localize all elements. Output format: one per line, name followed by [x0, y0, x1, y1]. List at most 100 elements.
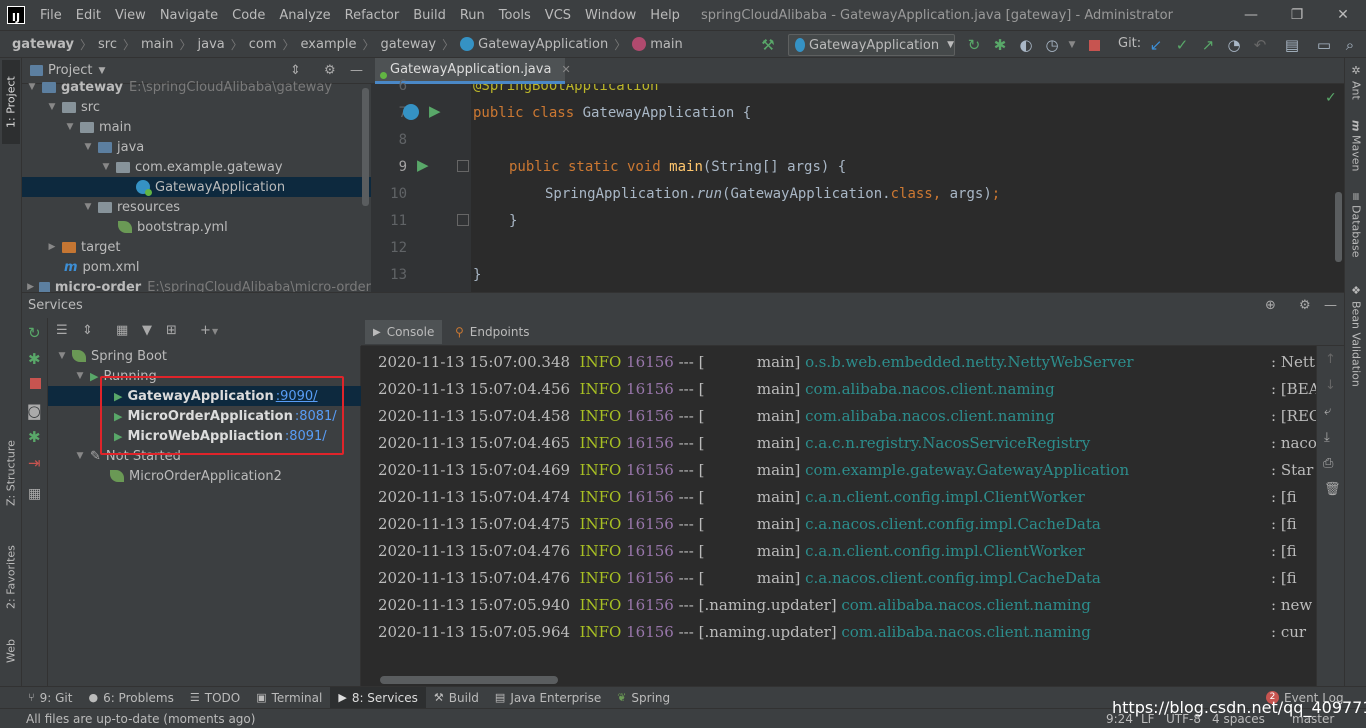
git-commit-icon[interactable]: ✓ — [1172, 35, 1192, 55]
tree-item-target[interactable]: ▶ target — [22, 237, 371, 257]
git-history-icon[interactable]: ◔ — [1224, 35, 1244, 55]
service-gateway-application[interactable]: ▶ GatewayApplication :9090/ — [48, 386, 361, 406]
breadcrumb-example[interactable]: example — [301, 37, 357, 52]
menu-analyze[interactable]: Analyze — [272, 8, 337, 23]
tree-item-bootstrap-yml[interactable]: bootstrap.yml — [22, 217, 371, 237]
run-gutter-icon[interactable]: ▶ — [429, 102, 441, 120]
tab-endpoints[interactable]: ⚲ Endpoints — [447, 320, 537, 344]
debug-bug-icon[interactable]: ✱ — [28, 428, 41, 446]
search-everywhere-icon[interactable]: ⌕ — [1340, 35, 1360, 55]
service-micro-order-application[interactable]: ▶ MicroOrderApplication :8081/ — [48, 406, 361, 426]
chevron-down-icon[interactable]: ▼ — [64, 122, 76, 132]
chevron-down-icon[interactable]: ▼ — [46, 102, 58, 112]
add-service-icon[interactable]: ⊕ — [1265, 298, 1276, 313]
git-push-icon[interactable]: ↗ — [1198, 35, 1218, 55]
menu-navigate[interactable]: Navigate — [153, 8, 225, 23]
breadcrumb-class[interactable]: GatewayApplication — [478, 37, 608, 52]
tool-tab-todo[interactable]: ☰ TODO — [182, 687, 248, 709]
hide-panel-icon[interactable]: — — [1324, 298, 1337, 313]
minimize-button[interactable]: — — [1228, 0, 1274, 30]
fold-icon[interactable] — [457, 160, 469, 172]
database-tool-tab[interactable]: ≡ Database — [1347, 192, 1365, 272]
web-tool-tab[interactable]: Web — [2, 628, 20, 674]
service-port-link[interactable]: :9090/ — [276, 389, 318, 404]
new-tab-icon[interactable]: ⊞ — [166, 323, 177, 338]
chevron-down-icon[interactable]: ▼ — [212, 327, 218, 336]
rerun-icon[interactable]: ↻ — [964, 35, 984, 55]
group-by-icon[interactable]: ▦ — [116, 323, 128, 338]
chevron-down-icon[interactable]: ▼ — [82, 142, 94, 152]
console-horizontal-scrollbar[interactable] — [380, 676, 558, 684]
project-scrollbar[interactable] — [362, 88, 369, 206]
tree-item-micro-order-module[interactable]: ▶ micro-order E:\springCloudAlibaba\micro… — [22, 277, 371, 292]
git-update-icon[interactable]: ↙ — [1146, 35, 1166, 55]
profile-icon[interactable]: ◷ — [1042, 35, 1062, 55]
presentation-icon[interactable]: ▭ — [1314, 35, 1334, 55]
menu-code[interactable]: Code — [225, 8, 272, 23]
editor-scrollbar[interactable] — [1335, 192, 1342, 262]
debug-bug-icon[interactable]: ✱ — [990, 35, 1010, 55]
menu-vcs[interactable]: VCS — [538, 8, 578, 23]
chevron-down-icon[interactable]: ▼ — [98, 66, 105, 76]
run-configuration-select[interactable]: GatewayApplication ▼ — [788, 34, 955, 56]
layout-icon[interactable]: ▦ — [28, 486, 41, 502]
filter-icon[interactable]: ▼ — [142, 323, 152, 338]
structure-tool-tab[interactable]: Z: Structure — [2, 430, 20, 516]
tree-item-spring-boot[interactable]: ▼ Spring Boot — [48, 346, 361, 366]
soft-wrap-icon[interactable]: ⤶ — [1324, 404, 1331, 419]
project-panel-title[interactable]: Project — [48, 63, 92, 78]
service-port-link[interactable]: :8091/ — [285, 429, 327, 444]
spring-bean-gutter-icon[interactable] — [403, 104, 419, 120]
menu-tools[interactable]: Tools — [492, 8, 538, 23]
expand-all-icon[interactable]: ☰ — [56, 323, 68, 338]
git-rollback-icon[interactable]: ↶ — [1250, 35, 1270, 55]
menu-view[interactable]: View — [108, 8, 153, 23]
breadcrumb-main[interactable]: main — [141, 37, 173, 52]
restore-button[interactable]: ❐ — [1274, 0, 1320, 30]
project-tool-tab[interactable]: 1: Project — [2, 60, 20, 144]
menu-file[interactable]: File — [33, 8, 69, 23]
chevron-down-icon[interactable]: ▼ — [26, 82, 38, 92]
tree-item-not-started[interactable]: ▼ ✎ Not Started — [48, 446, 361, 466]
breadcrumb-java[interactable]: java — [197, 37, 224, 52]
add-icon[interactable]: + — [200, 323, 211, 338]
close-button[interactable]: ✕ — [1320, 0, 1366, 30]
hide-panel-icon[interactable]: — — [350, 63, 363, 78]
tool-tab-terminal[interactable]: ▣ Terminal — [248, 687, 330, 709]
no-problems-check-icon[interactable]: ✓ — [1325, 90, 1337, 106]
tree-item-main[interactable]: ▼ main — [22, 117, 371, 137]
menu-refactor[interactable]: Refactor — [338, 8, 407, 23]
collapse-all-icon[interactable]: ⇕ — [82, 323, 93, 338]
fold-icon[interactable] — [457, 214, 469, 226]
breadcrumb-src[interactable]: src — [98, 37, 117, 52]
tool-tab-java-enterprise[interactable]: ▤ Java Enterprise — [487, 687, 609, 709]
tree-item-java[interactable]: ▼ java — [22, 137, 371, 157]
menu-help[interactable]: Help — [643, 8, 687, 23]
debug-bug-icon[interactable]: ✱ — [28, 350, 41, 368]
arrow-up-icon[interactable]: ↑ — [1325, 352, 1336, 367]
breadcrumb-gateway[interactable]: gateway — [12, 37, 74, 52]
tree-item-gateway-application[interactable]: GatewayApplication — [22, 177, 371, 197]
service-micro-web-appliaction[interactable]: ▶ MicroWebAppliaction :8091/ — [48, 426, 361, 446]
breadcrumb-com[interactable]: com — [249, 37, 277, 52]
chevron-right-icon[interactable]: ▶ — [26, 282, 35, 292]
close-icon[interactable]: ✕ — [561, 63, 570, 76]
menu-run[interactable]: Run — [453, 8, 492, 23]
chevron-down-icon[interactable]: ▼ — [56, 351, 68, 361]
stop-icon[interactable] — [1084, 35, 1104, 55]
rerun-icon[interactable]: ↻ — [28, 324, 41, 342]
project-structure-icon[interactable]: ▤ — [1282, 35, 1302, 55]
console-output[interactable]: 2020-11-13 15:07:00.348 INFO 16156 --- [… — [361, 346, 1316, 686]
tree-item-src[interactable]: ▼ src — [22, 97, 371, 117]
chevron-down-icon[interactable]: ▼ — [74, 371, 86, 381]
menu-build[interactable]: Build — [406, 8, 453, 23]
tool-tab-services[interactable]: ▶ 8: Services — [330, 686, 426, 709]
chevron-down-icon[interactable]: ▼ — [74, 451, 86, 461]
bean-validation-tool-tab[interactable]: ❖ Bean Validation — [1347, 284, 1365, 394]
arrow-down-icon[interactable]: ↓ — [1325, 378, 1336, 393]
trash-icon[interactable]: 🗑 — [1324, 482, 1341, 497]
print-icon[interactable]: ⎙ — [1323, 456, 1333, 471]
scroll-to-end-icon[interactable]: ⤓ — [1324, 430, 1330, 445]
tree-item-running[interactable]: ▼ ▶ Running — [48, 366, 361, 386]
gear-icon[interactable]: ⚙ — [1299, 298, 1311, 313]
